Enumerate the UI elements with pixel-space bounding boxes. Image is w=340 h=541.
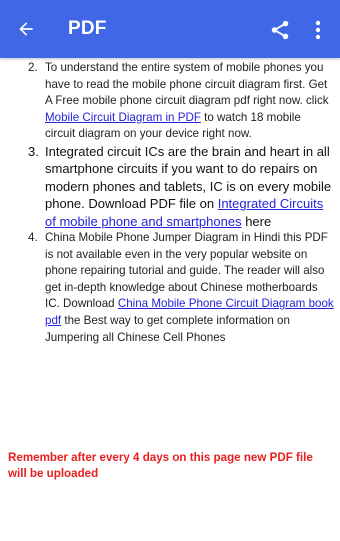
- app-bar: PDF: [0, 0, 340, 58]
- list-item: 2. To understand the entire system of mob…: [28, 60, 334, 143]
- overflow-menu-button[interactable]: [308, 18, 328, 42]
- item-number: 3.: [28, 143, 39, 159]
- list-item: 4. China Mobile Phone Jumper Diagram in H…: [28, 230, 334, 346]
- list-item: 3. Integrated circuit ICs are the brain a…: [28, 143, 334, 230]
- upload-notice: Remember after every 4 days on this page…: [8, 451, 313, 480]
- item-text: the Best way to get complete information…: [45, 313, 290, 344]
- steps-list: 2. To understand the entire system of mob…: [28, 60, 334, 346]
- share-button[interactable]: [268, 18, 292, 42]
- item-number: 2.: [28, 61, 38, 74]
- page-title: PDF: [68, 18, 107, 39]
- item-text: here: [241, 213, 272, 229]
- share-icon: [271, 20, 289, 40]
- more-vert-icon: [315, 20, 321, 40]
- content-area[interactable]: 2. To understand the entire system of mob…: [0, 58, 340, 541]
- item-text: To understand the entire system of mobil…: [45, 61, 329, 108]
- mobile-circuit-diagram-link[interactable]: Mobile Circuit Diagram in PDF: [45, 111, 201, 124]
- back-button[interactable]: [14, 17, 38, 41]
- item-number: 4.: [28, 231, 38, 244]
- arrow-left-icon: [19, 22, 33, 36]
